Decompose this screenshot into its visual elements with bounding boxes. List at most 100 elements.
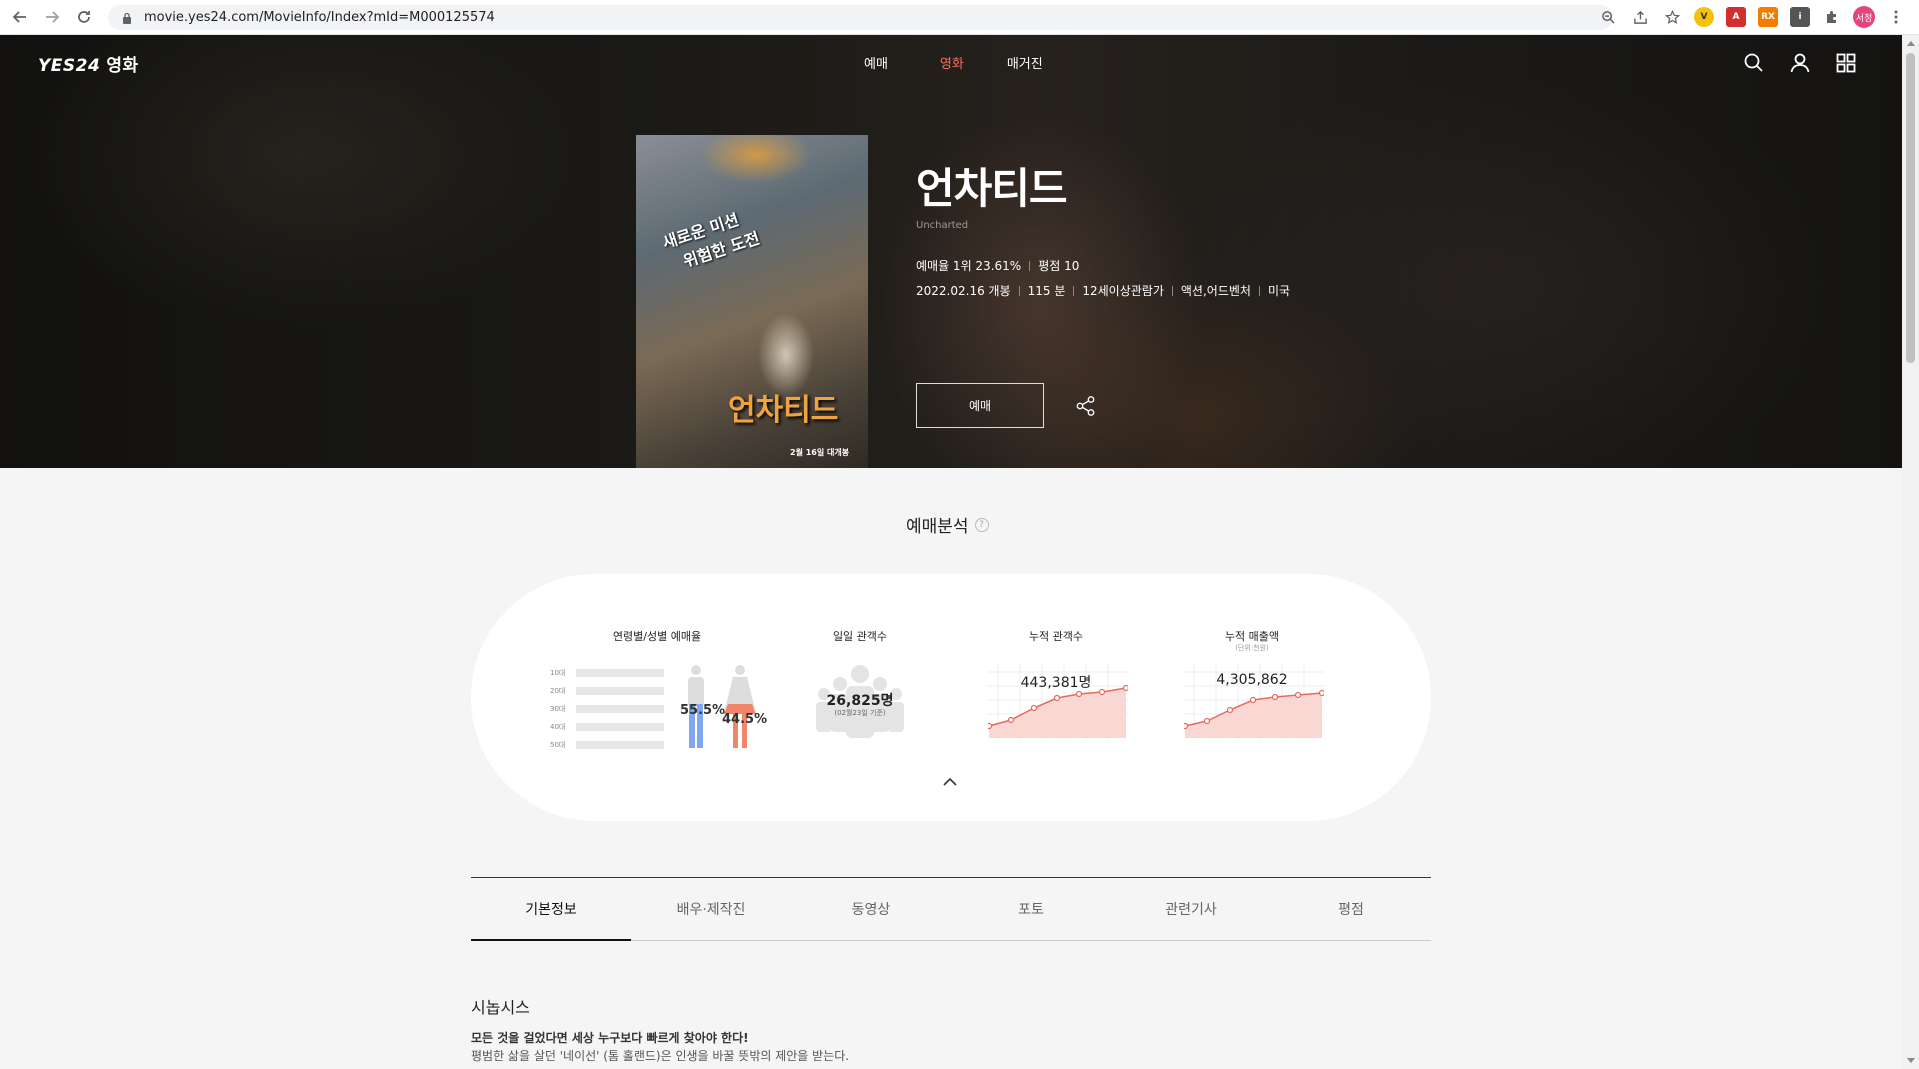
extension-rx[interactable]: RX [1755, 4, 1781, 30]
poster-release: 2월 16일 대개봉 [790, 448, 850, 457]
browser-menu-button[interactable] [1883, 4, 1909, 30]
address-bar[interactable]: movie.yes24.com/MovieInfo/Index?mId=M000… [108, 5, 1613, 30]
main-menu: 예매 영화 매거진 [864, 53, 1043, 72]
rx-extension-icon: RX [1758, 7, 1778, 27]
site-logo[interactable]: YES24 영화 [38, 51, 139, 76]
cumulative-value: 443,381명 [1020, 675, 1092, 691]
zoom-icon [1601, 10, 1615, 24]
menu-magazine[interactable]: 매거진 [1007, 53, 1043, 72]
divider [1018, 285, 1020, 296]
sales-unit: (단위:천원) [1235, 644, 1269, 652]
poster-title: 언차티드 [728, 393, 839, 428]
reload-button[interactable] [68, 1, 100, 33]
age-bars: 10대 20대 30대 40대 50대 [550, 664, 664, 754]
daily-value: 26,825명 [826, 693, 894, 709]
scroll-up-arrow-icon[interactable] [1907, 41, 1915, 46]
info-extension-icon: i [1790, 7, 1810, 27]
extension-v[interactable]: V [1691, 4, 1717, 30]
extensions-button[interactable] [1819, 4, 1845, 30]
browser-toolbar: movie.yes24.com/MovieInfo/Index?mId=M000… [0, 0, 1919, 35]
movie-info: 언차티드 Uncharted 예매율 1위 23.61% 평점 10 2022.… [916, 155, 1290, 299]
header-icons [1742, 51, 1858, 75]
bookmark-button[interactable] [1659, 4, 1685, 30]
poster-tagline: 새로운 미션 위험한 도전 [659, 202, 762, 276]
release-date: 2022.02.16 개봉 [916, 284, 1011, 298]
genre: 액션,어드벤처 [1180, 284, 1251, 298]
profile-button[interactable]: 서정 [1851, 4, 1877, 30]
tab-photos[interactable]: 포토 [951, 878, 1111, 940]
tab-articles[interactable]: 관련기사 [1111, 878, 1271, 940]
tab-reviews[interactable]: 평점 [1271, 878, 1431, 940]
movie-poster[interactable]: 새로운 미션 위험한 도전 언차티드 2월 16일 대개봉 [636, 135, 868, 468]
zoom-button[interactable] [1595, 4, 1621, 30]
page-scrollbar[interactable] [1902, 35, 1919, 1069]
extension-info[interactable]: i [1787, 4, 1813, 30]
movie-stats: 예매율 1위 23.61% 평점 10 [916, 257, 1290, 274]
age-bar [576, 687, 664, 695]
share-icon[interactable] [1075, 395, 1097, 417]
analysis-title-text: 예매분석 [906, 517, 969, 537]
daily-title: 일일 관객수 [832, 630, 888, 643]
age-bar [576, 723, 664, 731]
age-bar-row: 40대 [550, 718, 664, 736]
age-bar-row: 20대 [550, 682, 664, 700]
scroll-down-arrow-icon[interactable] [1907, 1058, 1915, 1063]
logo-sub: 영화 [106, 56, 139, 76]
divider [1258, 285, 1260, 296]
age-bar [576, 669, 664, 677]
menu-movie[interactable]: 영화 [940, 53, 964, 72]
tab-videos[interactable]: 동영상 [791, 878, 951, 940]
age-bar [576, 741, 664, 749]
help-icon[interactable]: ? [974, 517, 989, 532]
profile-avatar: 서정 [1853, 6, 1875, 28]
reload-icon [78, 11, 90, 23]
divider [1029, 260, 1031, 271]
synopsis-title: 시놉시스 [471, 998, 530, 1017]
grid-menu-icon[interactable] [1834, 51, 1858, 75]
movie-rating: 평점 10 [1038, 259, 1080, 273]
female-figure-icon [724, 665, 756, 748]
age-bar [576, 705, 664, 713]
sales-value: 4,305,862 [1216, 672, 1288, 688]
age-label: 20대 [550, 687, 566, 695]
age-label: 50대 [550, 741, 566, 749]
puzzle-icon [1827, 11, 1836, 23]
age-label: 40대 [550, 723, 566, 731]
age-bar-row: 50대 [550, 736, 664, 754]
tab-cast-crew[interactable]: 배우·제작진 [631, 878, 791, 940]
search-icon[interactable] [1742, 51, 1766, 75]
movie-hero: YES24 영화 예매 영화 매거진 새로운 미션 위험한 도전 언차티드 2월 1… [0, 35, 1902, 468]
age-gender-title: 연령별/성별 예매율 [612, 630, 702, 643]
female-percent: 44.5% [722, 712, 768, 727]
runtime: 115 분 [1027, 284, 1066, 298]
book-button[interactable]: 예매 [916, 383, 1044, 428]
user-icon[interactable] [1788, 51, 1812, 75]
age-label: 10대 [550, 669, 566, 677]
divider [1073, 285, 1075, 296]
menu-booking[interactable]: 예매 [864, 53, 888, 72]
movie-title: 언차티드 [916, 164, 1068, 213]
tab-basic-info[interactable]: 기본정보 [471, 878, 631, 941]
forward-button[interactable] [36, 1, 68, 33]
chevron-up-icon[interactable] [941, 776, 959, 788]
extension-pdf[interactable]: A [1723, 4, 1749, 30]
movie-title-en: Uncharted [916, 220, 969, 231]
movie-details: 2022.02.16 개봉 115 분 12세이상관람가 액션,어드벤처 미국 [916, 282, 1290, 299]
back-arrow-icon [12, 11, 26, 23]
share-page-button[interactable] [1627, 4, 1653, 30]
logo-text: YES24 [38, 56, 101, 76]
country: 미국 [1267, 284, 1291, 298]
toolbar-right: V A RX i 서정 [1595, 4, 1909, 30]
synopsis-body: 평범한 삶을 살던 '네이선' (톰 홀랜드)은 인생을 바꿀 뜻밖의 제안을 … [471, 1049, 850, 1063]
detail-tabs: 기본정보 배우·제작진 동영상 포토 관련기사 평점 [471, 877, 1431, 941]
age-bar-row: 30대 [550, 700, 664, 718]
star-icon [1664, 9, 1680, 24]
scrollbar-thumb[interactable] [1906, 53, 1915, 363]
age-rating: 12세이상관람가 [1082, 284, 1164, 298]
cumulative-title: 누적 관객수 [1028, 630, 1084, 643]
site-header: YES24 영화 예매 영화 매거진 [0, 35, 1902, 91]
synopsis-headline: 모든 것을 걸었다면 세상 누구보다 빠르게 찾아야 한다! [471, 1031, 749, 1045]
lock-icon [123, 12, 131, 24]
back-button[interactable] [4, 1, 36, 33]
male-percent: 55.5% [680, 703, 726, 718]
